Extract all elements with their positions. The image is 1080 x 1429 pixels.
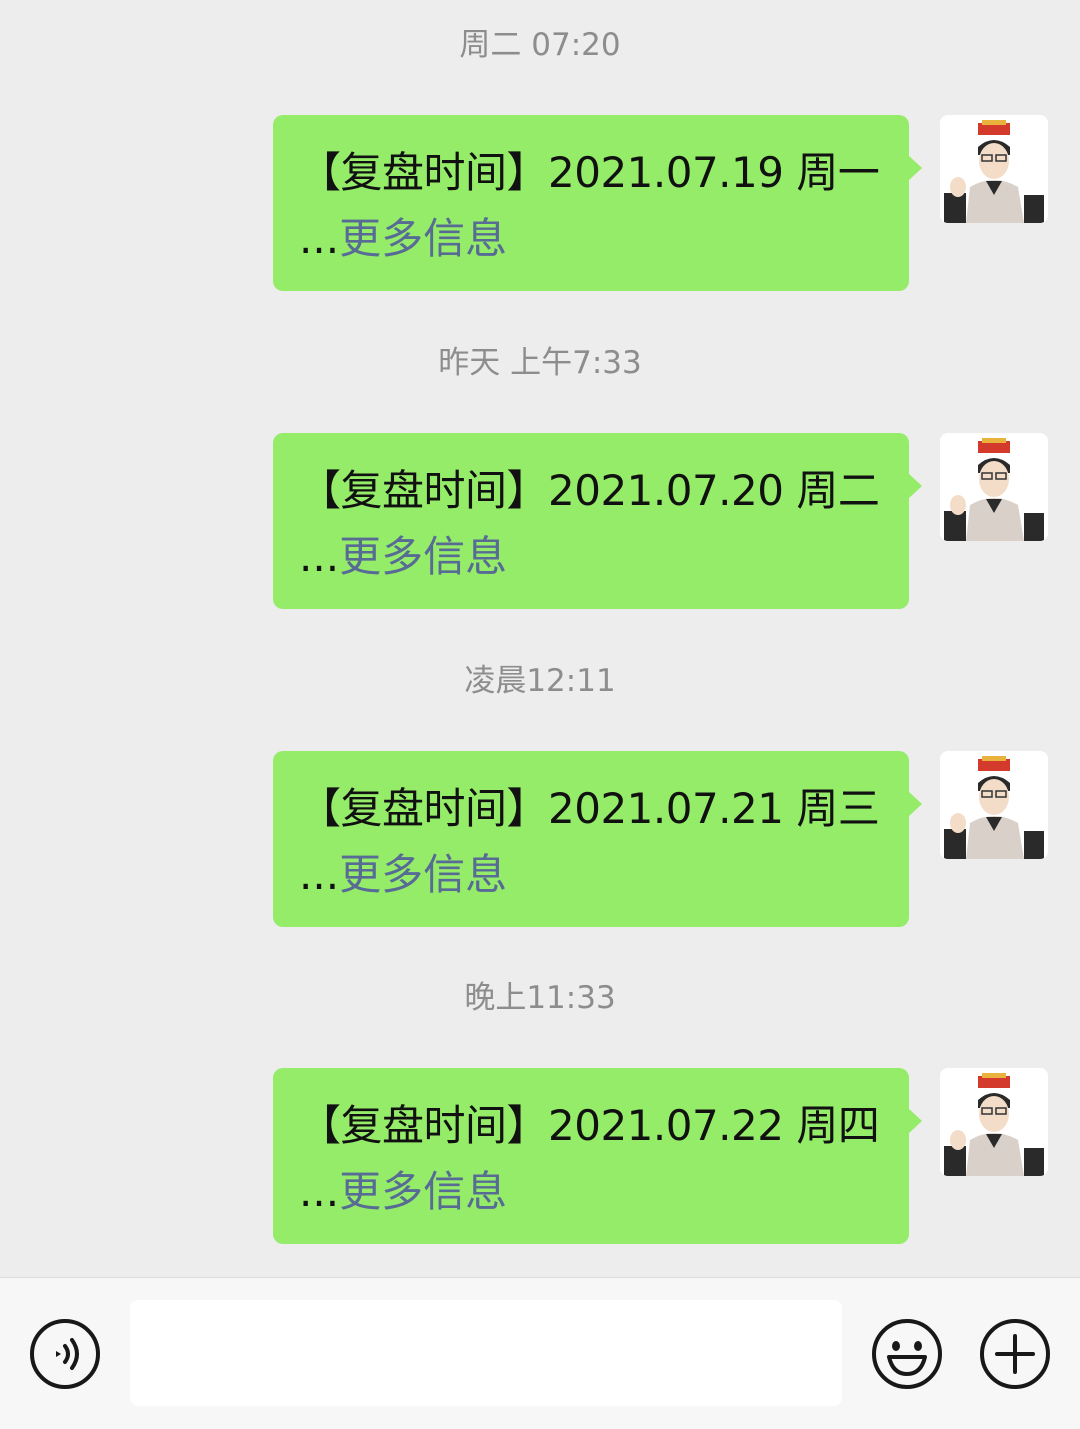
- avatar[interactable]: [940, 433, 1048, 541]
- more-info-link[interactable]: 更多信息: [339, 850, 507, 899]
- message-more-line: ...更多信息: [299, 527, 909, 587]
- message-bubble[interactable]: 【复盘时间】2021.07.22 周四 ...更多信息: [273, 1068, 922, 1244]
- message-input[interactable]: [130, 1300, 842, 1406]
- more-info-link[interactable]: 更多信息: [339, 532, 507, 581]
- message-more-line: ...更多信息: [299, 845, 909, 905]
- avatar-illustration-icon: [940, 751, 1048, 859]
- message-title: 【复盘时间】2021.07.20 周二: [299, 466, 880, 515]
- message-title: 【复盘时间】2021.07.22 周四: [299, 1101, 880, 1150]
- voice-icon: [30, 1319, 100, 1389]
- more-info-link[interactable]: 更多信息: [339, 214, 507, 263]
- avatar[interactable]: [940, 751, 1048, 859]
- message-timestamp: 周二 07:20: [459, 27, 621, 63]
- voice-button[interactable]: [29, 1318, 101, 1390]
- avatar[interactable]: [940, 115, 1048, 223]
- avatar-illustration-icon: [940, 1068, 1048, 1176]
- message-title: 【复盘时间】2021.07.19 周一: [299, 148, 880, 197]
- message-ellipsis: ...: [299, 532, 340, 581]
- input-bar: [0, 1277, 1080, 1429]
- message-timestamp: 晚上11:33: [464, 980, 616, 1016]
- message-title: 【复盘时间】2021.07.21 周三: [299, 784, 880, 833]
- message-bubble[interactable]: 【复盘时间】2021.07.19 周一 ...更多信息: [273, 115, 922, 291]
- message-more-line: ...更多信息: [299, 209, 909, 269]
- avatar[interactable]: [940, 1068, 1048, 1176]
- message-timestamp: 凌晨12:11: [464, 663, 616, 699]
- plus-icon: [980, 1319, 1050, 1389]
- message-bubble[interactable]: 【复盘时间】2021.07.20 周二 ...更多信息: [273, 433, 922, 609]
- message-timestamp: 昨天 上午7:33: [438, 345, 642, 381]
- avatar-illustration-icon: [940, 115, 1048, 223]
- message-ellipsis: ...: [299, 214, 340, 263]
- message-bubble[interactable]: 【复盘时间】2021.07.21 周三 ...更多信息: [273, 751, 922, 927]
- message-more-line: ...更多信息: [299, 1162, 909, 1222]
- chat-area[interactable]: 周二 07:20 【复盘时间】2021.07.19 周一 ...更多信息 昨天 …: [0, 0, 1080, 1277]
- emoji-button[interactable]: [871, 1318, 943, 1390]
- avatar-illustration-icon: [940, 433, 1048, 541]
- message-ellipsis: ...: [299, 1167, 340, 1216]
- emoji-icon: [872, 1319, 942, 1389]
- message-ellipsis: ...: [299, 850, 340, 899]
- more-options-button[interactable]: [979, 1318, 1051, 1390]
- more-info-link[interactable]: 更多信息: [339, 1167, 507, 1216]
